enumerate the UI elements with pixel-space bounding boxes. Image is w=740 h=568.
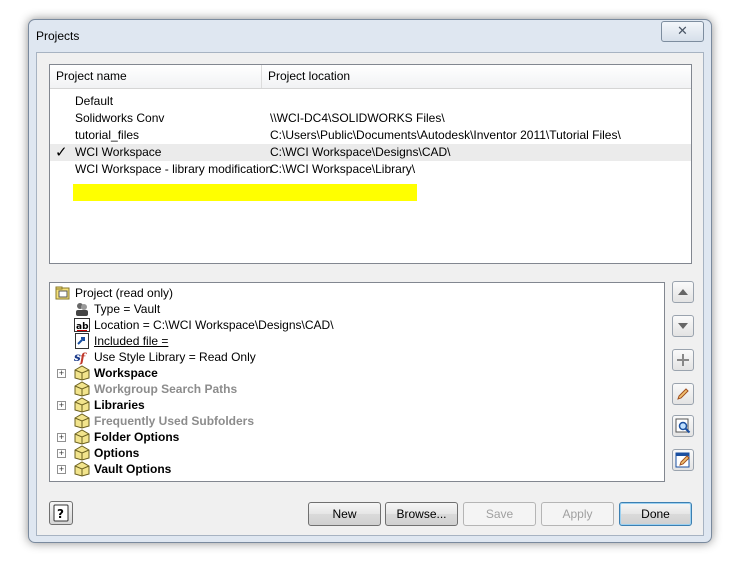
options-folder-icon: [74, 461, 90, 477]
section-label: Options: [94, 446, 140, 460]
project-row-tutorial-files[interactable]: tutorial_files C:\Users\Public\Documents…: [50, 127, 691, 144]
expand-icon[interactable]: +: [57, 369, 66, 378]
column-header-project-location[interactable]: Project location: [262, 65, 688, 88]
dialog-title: Projects: [36, 29, 80, 43]
project-name: Solidworks Conv: [75, 111, 165, 125]
title-bar[interactable]: Projects ✕: [29, 20, 711, 52]
section-label: Workspace: [94, 366, 158, 380]
move-down-icon: [678, 323, 688, 329]
options-folder-icon: [74, 413, 90, 429]
svg-text:f: f: [79, 351, 87, 365]
project-row-default[interactable]: Default: [50, 93, 691, 110]
add-button[interactable]: [672, 349, 694, 371]
apply-button[interactable]: Apply: [541, 502, 614, 526]
project-row-wci-workspace-library-modification[interactable]: WCI Workspace - library modification C:\…: [50, 161, 691, 178]
project-list: Project name Project location Default So…: [49, 64, 692, 264]
project-location: \\WCI-DC4\SOLIDWORKS Files\: [270, 111, 445, 125]
project-location: C:\WCI Workspace\Library\: [270, 162, 416, 176]
expand-icon[interactable]: +: [57, 433, 66, 442]
edit-document-icon: [675, 452, 690, 468]
move-up-button[interactable]: [672, 281, 694, 303]
project-list-header: Project name Project location: [50, 65, 691, 89]
help-button[interactable]: ?: [49, 501, 73, 525]
location-value: Location = C:\WCI Workspace\Designs\CAD\: [94, 318, 334, 332]
save-button[interactable]: Save: [463, 502, 536, 526]
column-header-project-name[interactable]: Project name: [50, 65, 262, 88]
options-folder-icon: [74, 445, 90, 461]
project-name: Default: [75, 94, 114, 108]
project-location: C:\WCI Workspace\Designs\CAD\: [270, 145, 451, 159]
close-button[interactable]: ✕: [661, 21, 704, 42]
edit-document-button[interactable]: [672, 449, 694, 471]
find-icon: [675, 418, 691, 434]
section-label: Libraries: [94, 398, 145, 412]
text-field-ab-icon: ab: [74, 317, 90, 333]
project-name: WCI Workspace: [75, 145, 162, 159]
move-up-icon: [678, 289, 688, 295]
section-label: Vault Options: [94, 462, 172, 476]
included-file-value: Included file =: [94, 334, 169, 348]
vault-people-icon: [74, 301, 90, 317]
new-button[interactable]: New: [308, 502, 381, 526]
options-folder-icon: [74, 429, 90, 445]
style-library-icon: s f: [74, 349, 90, 365]
tree-root-label: Project (read only): [75, 286, 174, 300]
type-value: Type = Vault: [94, 302, 161, 316]
section-label: Folder Options: [94, 430, 180, 444]
browse-button[interactable]: Browse...: [385, 502, 458, 526]
expand-icon[interactable]: +: [57, 449, 66, 458]
move-down-button[interactable]: [672, 315, 694, 337]
project-location: C:\Users\Public\Documents\Autodesk\Inven…: [270, 128, 621, 142]
projects-dialog: Projects ✕ Project name Project location…: [28, 19, 712, 543]
project-folder-icon: [55, 285, 71, 301]
dialog-client-area: Project name Project location Default So…: [36, 52, 704, 536]
project-row-wci-workspace[interactable]: ✓ WCI Workspace C:\WCI Workspace\Designs…: [50, 144, 691, 161]
project-name: tutorial_files: [75, 128, 140, 142]
section-label: Frequently Used Subfolders: [94, 414, 255, 428]
options-folder-icon: [74, 381, 90, 397]
svg-text:?: ?: [57, 507, 64, 521]
edit-pencil-icon: [677, 388, 689, 400]
project-row-solidworks-conv[interactable]: Solidworks Conv \\WCI-DC4\SOLIDWORKS Fil…: [50, 110, 691, 127]
expand-icon[interactable]: +: [57, 401, 66, 410]
help-question-icon: ?: [53, 504, 69, 522]
style-library-value: Use Style Library = Read Only: [94, 350, 256, 364]
project-settings-tree: Project (read only) Type = Vault ab Loca…: [49, 282, 665, 482]
project-name: WCI Workspace - library modification: [75, 162, 273, 176]
expand-icon[interactable]: +: [57, 465, 66, 474]
active-project-checkmark-icon: ✓: [55, 144, 68, 161]
section-label: Workgroup Search Paths: [94, 382, 238, 396]
included-file-arrow-icon: [74, 333, 90, 349]
find-button[interactable]: [672, 415, 694, 437]
edit-button[interactable]: [672, 383, 694, 405]
done-button[interactable]: Done: [619, 502, 692, 526]
options-folder-icon: [74, 365, 90, 381]
add-icon: [677, 354, 689, 366]
yellow-highlight-annotation: [73, 184, 417, 201]
options-folder-icon: [74, 397, 90, 413]
